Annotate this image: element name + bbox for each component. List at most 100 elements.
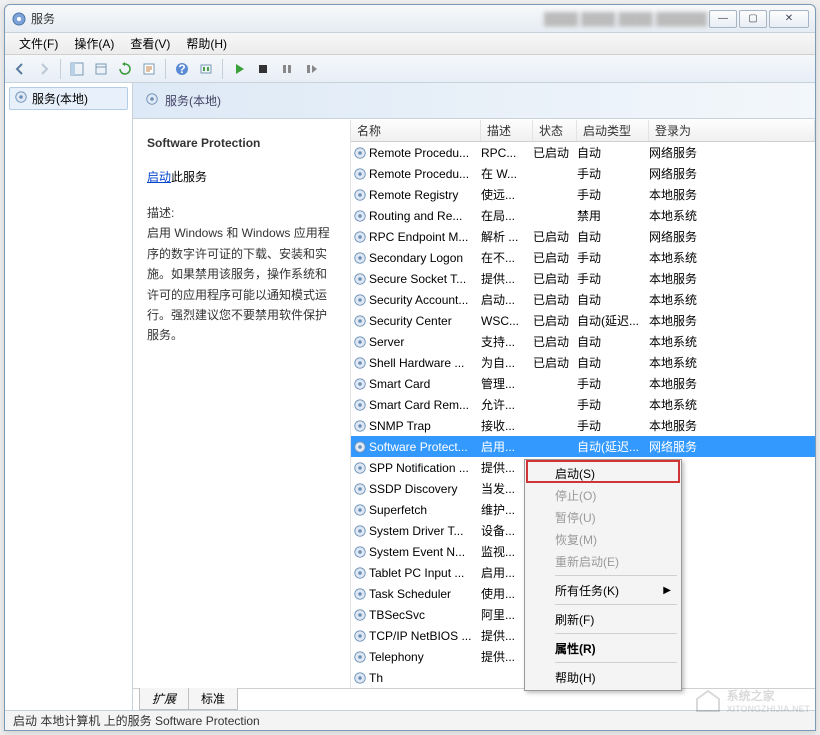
service-row[interactable]: RPC Endpoint M...解析 ...已启动自动网络服务 — [351, 226, 815, 247]
service-row[interactable]: Security CenterWSC...已启动自动(延迟...本地服务 — [351, 310, 815, 331]
cell-logon: 本地服务 — [649, 375, 719, 392]
tab-extended[interactable]: 扩展 — [139, 688, 189, 710]
cell-logon: 网络服务 — [649, 228, 719, 245]
refresh-button[interactable] — [114, 58, 136, 80]
properties-button[interactable] — [138, 58, 160, 80]
cell-logon: 本地系统 — [649, 291, 719, 308]
service-row[interactable]: Smart Card Rem...允许...手动本地系统 — [351, 394, 815, 415]
gear-icon — [351, 293, 369, 307]
ctx-refresh[interactable]: 刷新(F) — [527, 608, 679, 630]
gear-icon — [351, 335, 369, 349]
cell-name: SNMP Trap — [369, 419, 481, 433]
cell-name: Superfetch — [369, 503, 481, 517]
menu-view[interactable]: 查看(V) — [122, 33, 178, 54]
cell-logon: 本地系统 — [649, 354, 719, 371]
ctx-separator — [555, 575, 677, 576]
col-name[interactable]: 名称 — [351, 120, 481, 141]
gear-icon — [351, 314, 369, 328]
service-row[interactable]: Smart Card管理...手动本地服务 — [351, 373, 815, 394]
statusbar: 启动 本地计算机 上的服务 Software Protection — [5, 710, 815, 730]
show-hide-tree-button[interactable] — [66, 58, 88, 80]
status-text: 启动 本地计算机 上的服务 Software Protection — [13, 712, 260, 729]
cell-startup: 手动 — [577, 396, 649, 413]
restart-service-button[interactable] — [300, 58, 322, 80]
tree-pane: 服务(本地) — [5, 83, 133, 710]
gear-icon — [351, 356, 369, 370]
ctx-resume: 恢复(M) — [527, 528, 679, 550]
minimize-button[interactable]: — — [709, 10, 737, 28]
gear-icon — [351, 230, 369, 244]
cell-startup: 手动 — [577, 375, 649, 392]
start-service-button[interactable] — [228, 58, 250, 80]
ctx-all-tasks[interactable]: 所有任务(K)▶ — [527, 579, 679, 601]
cell-startup: 手动 — [577, 270, 649, 287]
cell-desc: RPC... — [481, 146, 533, 160]
services-window: 服务 ████ ████ ████ ██████ — ▢ ✕ 文件(F) 操作(… — [4, 4, 816, 731]
ctx-start[interactable]: 启动(S) — [527, 462, 679, 484]
desc-label: 描述: — [147, 203, 336, 223]
cell-desc: 为自... — [481, 354, 533, 371]
service-row[interactable]: Remote Registry使远...手动本地服务 — [351, 184, 815, 205]
tree-item-services-local[interactable]: 服务(本地) — [9, 87, 128, 110]
gear-icon — [351, 167, 369, 181]
close-button[interactable]: ✕ — [769, 10, 809, 28]
menu-help[interactable]: 帮助(H) — [178, 33, 235, 54]
cell-name: Secure Socket T... — [369, 272, 481, 286]
tab-standard[interactable]: 标准 — [188, 688, 238, 710]
service-row[interactable]: Security Account...启动...已启动自动本地系统 — [351, 289, 815, 310]
gear-icon — [351, 524, 369, 538]
cell-status: 已启动 — [533, 333, 577, 350]
col-startup[interactable]: 启动类型 — [577, 120, 649, 141]
ctx-properties[interactable]: 属性(R) — [527, 637, 679, 659]
col-logon[interactable]: 登录为 — [649, 120, 815, 141]
cell-status: 已启动 — [533, 249, 577, 266]
export-list-button[interactable] — [90, 58, 112, 80]
cell-name: System Driver T... — [369, 524, 481, 538]
selected-service-name: Software Protection — [147, 136, 336, 150]
manage-button[interactable] — [195, 58, 217, 80]
service-row[interactable]: Secondary Logon在不...已启动手动本地系统 — [351, 247, 815, 268]
cell-status: 已启动 — [533, 270, 577, 287]
cell-desc: 在 W... — [481, 165, 533, 182]
service-row[interactable]: Server支持...已启动自动本地系统 — [351, 331, 815, 352]
menu-file[interactable]: 文件(F) — [11, 33, 66, 54]
cell-name: Task Scheduler — [369, 587, 481, 601]
service-row[interactable]: Remote Procedu...在 W...手动网络服务 — [351, 163, 815, 184]
chevron-right-icon: ▶ — [663, 585, 671, 596]
gear-icon — [351, 419, 369, 433]
forward-button[interactable] — [33, 58, 55, 80]
service-row[interactable]: Secure Socket T...提供...已启动手动本地服务 — [351, 268, 815, 289]
toolbar: ? — [5, 55, 815, 83]
titlebar[interactable]: 服务 ████ ████ ████ ██████ — ▢ ✕ — [5, 5, 815, 33]
service-row[interactable]: Software Protect...启用...自动(延迟...网络服务 — [351, 436, 815, 457]
context-menu: 启动(S) 停止(O) 暂停(U) 恢复(M) 重新启动(E) 所有任务(K)▶… — [524, 459, 682, 691]
start-link[interactable]: 启动 — [147, 170, 171, 184]
cell-desc: 启用... — [481, 438, 533, 455]
cell-startup: 手动 — [577, 165, 649, 182]
gear-icon — [351, 671, 369, 685]
col-desc[interactable]: 描述 — [481, 120, 533, 141]
maximize-button[interactable]: ▢ — [739, 10, 767, 28]
gear-icon — [351, 377, 369, 391]
service-row[interactable]: Routing and Re...在局...禁用本地系统 — [351, 205, 815, 226]
column-headers[interactable]: 名称 描述 状态 启动类型 登录为 — [351, 120, 815, 142]
ctx-help[interactable]: 帮助(H) — [527, 666, 679, 688]
service-row[interactable]: Shell Hardware ...为自...已启动自动本地系统 — [351, 352, 815, 373]
menu-action[interactable]: 操作(A) — [66, 33, 122, 54]
cell-name: Tablet PC Input ... — [369, 566, 481, 580]
cell-logon: 网络服务 — [649, 165, 719, 182]
back-button[interactable] — [9, 58, 31, 80]
gear-icon — [351, 398, 369, 412]
cell-logon: 本地系统 — [649, 207, 719, 224]
cell-name: TCP/IP NetBIOS ... — [369, 629, 481, 643]
cell-logon: 本地系统 — [649, 396, 719, 413]
col-status[interactable]: 状态 — [533, 120, 577, 141]
gear-icon — [351, 545, 369, 559]
stop-service-button[interactable] — [252, 58, 274, 80]
pause-service-button[interactable] — [276, 58, 298, 80]
service-row[interactable]: SNMP Trap接收...手动本地服务 — [351, 415, 815, 436]
cell-name: Remote Registry — [369, 188, 481, 202]
view-tabs: 扩展 标准 — [133, 688, 815, 710]
service-row[interactable]: Remote Procedu...RPC...已启动自动网络服务 — [351, 142, 815, 163]
help-button[interactable]: ? — [171, 58, 193, 80]
